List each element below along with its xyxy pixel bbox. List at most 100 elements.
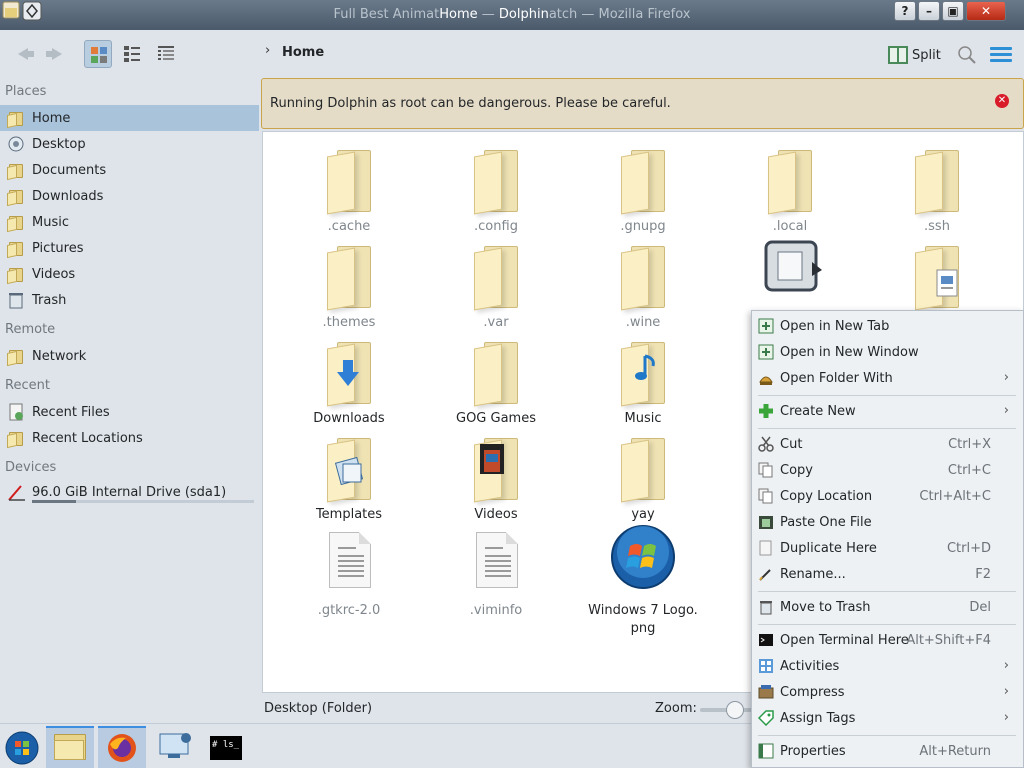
menu-label: Copy Location (780, 489, 873, 504)
file-item[interactable]: Downloads (279, 332, 419, 428)
menu-item-create-new[interactable]: Create New › (752, 399, 1023, 425)
breadcrumb-home[interactable]: Home (282, 45, 324, 60)
taskbar-terminal[interactable]: # ls_ (202, 726, 250, 768)
file-item[interactable]: .gnupg (573, 140, 713, 236)
menu-item-cut[interactable]: Cut Ctrl+X (752, 432, 1023, 458)
file-item[interactable]: .viminfo (426, 524, 566, 620)
menu-item-properties[interactable]: Properties Alt+Return (752, 739, 1023, 765)
sidebar-item-label: Desktop (32, 136, 86, 152)
window-title-part1: Full Best Animat (333, 7, 440, 22)
file-item[interactable]: Music (573, 332, 713, 428)
sidebar-item-pictures[interactable]: Pictures (0, 235, 259, 261)
taskbar-dolphin[interactable] (46, 726, 94, 768)
menu-item-move-to-trash[interactable]: Move to Trash Del (752, 595, 1023, 621)
menu-item-compress[interactable]: Compress › (752, 680, 1023, 706)
text-file-icon (466, 524, 526, 602)
menu-item-open-terminal-here[interactable]: Open Terminal Here Alt+Shift+F4 (752, 628, 1023, 654)
sidebar-item-downloads[interactable]: Downloads (0, 183, 259, 209)
compact-view-button[interactable] (118, 40, 146, 68)
split-button[interactable]: Split (888, 44, 941, 66)
file-item[interactable]: .local (720, 140, 860, 236)
details-view-button[interactable] (152, 40, 180, 68)
sidebar-item-desktop[interactable]: Desktop (0, 131, 259, 157)
sidebar-item-network[interactable]: Network (0, 343, 259, 369)
file-name: Downloads (313, 411, 385, 426)
file-item[interactable]: .ssh (867, 140, 1007, 236)
menu-item-open-in-new-window[interactable]: Open in New Window (752, 340, 1023, 366)
hamburger-menu-button[interactable] (990, 47, 1012, 63)
folder-icon (760, 140, 820, 218)
help-button[interactable]: ? (894, 1, 916, 21)
sidebar-item-label: Pictures (32, 240, 84, 256)
file-item[interactable]: .cache (279, 140, 419, 236)
close-warning-icon[interactable]: ✕ (995, 94, 1009, 108)
hard-drive-icon (8, 485, 25, 501)
menu-item-paste-one-file[interactable]: Paste One File (752, 510, 1023, 536)
split-icon (888, 46, 908, 64)
file-item[interactable]: .var (426, 236, 566, 332)
file-item[interactable]: Windows 7 Logo. png (573, 524, 713, 638)
text-file-icon (319, 524, 379, 602)
file-name: Music (624, 411, 662, 426)
maximize-button[interactable]: ▣ (942, 1, 964, 21)
minimize-button[interactable]: – (918, 1, 940, 21)
file-name: Templates (315, 507, 383, 522)
file-item[interactable]: .config (426, 140, 566, 236)
menu-item-duplicate-here[interactable]: Duplicate Here Ctrl+D (752, 536, 1023, 562)
compact-view-icon (124, 46, 140, 62)
copy-location-icon (758, 488, 773, 504)
taskbar-system-settings[interactable] (150, 726, 198, 768)
file-item[interactable]: .gtkrc-2.0 (279, 524, 419, 620)
file-item[interactable]: .themes (279, 236, 419, 332)
menu-item-rename[interactable]: Rename... F2 (752, 562, 1023, 588)
forward-button[interactable] (42, 40, 70, 68)
sidebar-item-music[interactable]: Music (0, 209, 259, 235)
file-item[interactable]: yay (573, 428, 713, 524)
sidebar-item-trash[interactable]: Trash (0, 287, 259, 313)
sidebar-item-label: Downloads (32, 188, 104, 204)
close-button[interactable]: ✕ (966, 1, 1006, 21)
window-title-part4: Dolphin (498, 7, 549, 22)
back-button[interactable] (10, 40, 38, 68)
activities-icon (759, 659, 773, 673)
sidebar-item-documents[interactable]: Documents (0, 157, 259, 183)
file-item[interactable]: Videos (426, 428, 566, 524)
icons-view-button[interactable] (84, 40, 112, 68)
hamburger-icon-line (990, 47, 1012, 50)
sidebar-item-home[interactable]: Home (0, 105, 259, 131)
submenu-arrow-icon: › (1003, 684, 1009, 699)
menu-item-open-in-new-tab[interactable]: Open in New Tab (752, 314, 1023, 340)
file-item-documents[interactable] (867, 236, 1007, 314)
taskbar-firefox[interactable] (98, 726, 146, 768)
file-item[interactable]: .wine (573, 236, 713, 332)
compress-icon (758, 685, 774, 699)
sidebar-item-label: Home (32, 110, 71, 126)
terminal-icon (759, 634, 773, 646)
menu-item-open-folder-with[interactable]: Open Folder With › (752, 366, 1023, 392)
drive-usage-bar (32, 500, 254, 503)
places-header: Places (5, 84, 47, 99)
menu-item-activities[interactable]: Activities › (752, 654, 1023, 680)
file-name: .cache (327, 219, 371, 234)
duplicate-icon (759, 540, 772, 556)
sidebar-item-recent-locations[interactable]: Recent Locations (0, 425, 259, 451)
terminal-icon-text: # ls_ (212, 740, 240, 750)
window-title-part3: — (477, 7, 499, 22)
sidebar-item-videos[interactable]: Videos (0, 261, 259, 287)
menu-shortcut: Ctrl+Alt+C (919, 489, 991, 504)
menu-item-copy-location[interactable]: Copy Location Ctrl+Alt+C (752, 484, 1023, 510)
menu-separator (758, 428, 1016, 429)
sidebar-item-recent-files[interactable]: Recent Files (0, 399, 259, 425)
search-button[interactable] (956, 44, 978, 66)
menu-item-assign-tags[interactable]: Assign Tags › (752, 706, 1023, 732)
menu-item-copy[interactable]: Copy Ctrl+C (752, 458, 1023, 484)
file-item[interactable]: GOG Games (426, 332, 566, 428)
zoom-slider-handle[interactable] (726, 701, 744, 719)
sidebar-item-label: Documents (32, 162, 107, 178)
menu-separator (758, 591, 1016, 592)
desktop-icon (8, 136, 24, 152)
recent-locations-icon (7, 429, 25, 449)
menu-label: Open Terminal Here (780, 633, 909, 648)
file-item[interactable]: Templates (279, 428, 419, 524)
start-menu-button[interactable] (0, 726, 48, 768)
